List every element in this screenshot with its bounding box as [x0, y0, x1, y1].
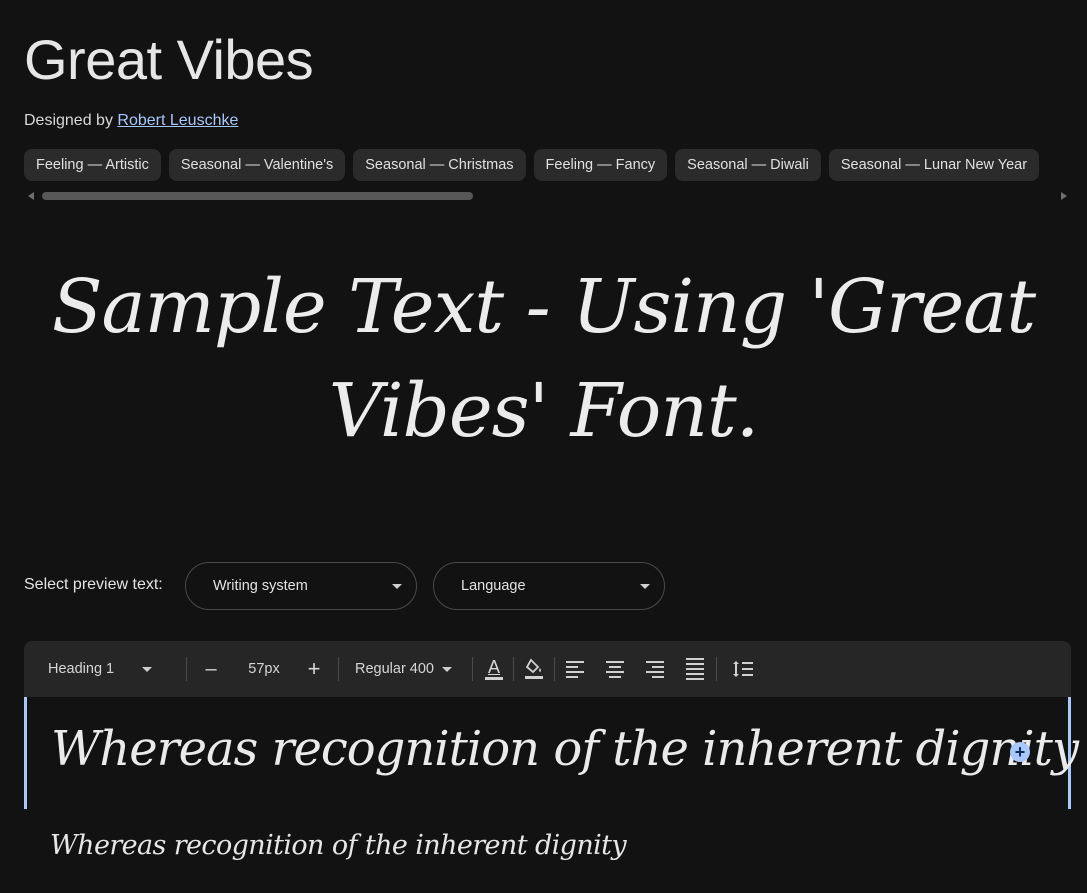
tag-scrollbar[interactable] — [24, 190, 1071, 202]
toolbar-divider — [338, 657, 339, 681]
tag-chip[interactable]: Feeling — Fancy — [533, 149, 668, 181]
chevron-down-icon — [640, 584, 650, 589]
align-center-button[interactable] — [606, 641, 626, 697]
style-value: Heading 1 — [48, 661, 115, 677]
hero-sample-text[interactable]: Sample Text - Using 'Great Vibes' Font. — [40, 255, 1047, 463]
chevron-down-icon — [392, 584, 402, 589]
align-justify-button[interactable] — [686, 641, 706, 697]
toolbar-divider — [554, 657, 555, 681]
tag-chip[interactable]: Seasonal — Valentine's — [168, 149, 346, 181]
align-right-icon — [646, 660, 664, 678]
designer-line: Designed by Robert Leuschke — [24, 110, 238, 132]
line-spacing-icon — [733, 661, 753, 677]
toolbar-divider — [472, 657, 473, 681]
chevron-down-icon — [142, 666, 153, 672]
writing-system-value: Writing system — [213, 578, 308, 594]
designed-by-label: Designed by — [24, 112, 113, 129]
align-left-icon — [566, 660, 584, 678]
scroll-left-icon[interactable] — [28, 192, 34, 200]
toolbar-divider — [186, 657, 187, 681]
editor-toolbar: Heading 1 – 57px + Regular 400 A — [24, 641, 1071, 697]
font-title: Great Vibes — [24, 28, 314, 91]
align-right-button[interactable] — [646, 641, 666, 697]
language-value: Language — [461, 578, 526, 594]
heading-preview-block[interactable]: Whereas recognition of the inherent dign… — [24, 697, 1079, 809]
text-color-icon: A — [485, 658, 503, 680]
font-size-value[interactable]: 57px — [242, 641, 286, 697]
scroll-right-icon[interactable] — [1061, 192, 1067, 200]
tag-chip[interactable]: Seasonal — Christmas — [353, 149, 526, 181]
style-dropdown[interactable]: Heading 1 — [48, 641, 188, 697]
text-color-glyph: A — [487, 657, 500, 677]
chevron-down-icon — [442, 666, 452, 672]
toolbar-divider — [716, 657, 717, 681]
weight-value: Regular 400 — [355, 661, 434, 677]
highlight-color-icon — [525, 658, 543, 679]
weight-dropdown[interactable]: Regular 400 — [355, 641, 465, 697]
heading-preview-text[interactable]: Whereas recognition of the inherent dign… — [51, 717, 1079, 781]
align-center-icon — [606, 660, 624, 678]
highlight-color-button[interactable] — [523, 641, 545, 697]
align-justify-icon — [686, 658, 704, 680]
designer-link[interactable]: Robert Leuschke — [117, 112, 238, 129]
tag-chip[interactable]: Seasonal — Lunar New Year — [828, 149, 1040, 181]
increase-size-button[interactable]: + — [303, 641, 325, 697]
line-spacing-button[interactable] — [732, 641, 756, 697]
align-left-button[interactable] — [566, 641, 586, 697]
add-icon[interactable]: + — [1010, 742, 1030, 762]
body-preview-text[interactable]: Whereas recognition of the inherent dign… — [50, 826, 950, 866]
writing-system-select[interactable]: Writing system — [185, 562, 417, 610]
scroll-thumb[interactable] — [42, 192, 473, 200]
tag-chip[interactable]: Seasonal — Diwali — [675, 149, 821, 181]
decrease-size-button[interactable]: – — [200, 641, 222, 697]
preview-text-label: Select preview text: — [24, 576, 163, 593]
text-color-button[interactable]: A — [483, 641, 505, 697]
language-select[interactable]: Language — [433, 562, 665, 610]
toolbar-divider — [513, 657, 514, 681]
tag-chip[interactable]: Feeling — Artistic — [24, 149, 161, 181]
tag-list: Feeling — Artistic Seasonal — Valentine'… — [24, 149, 1064, 181]
